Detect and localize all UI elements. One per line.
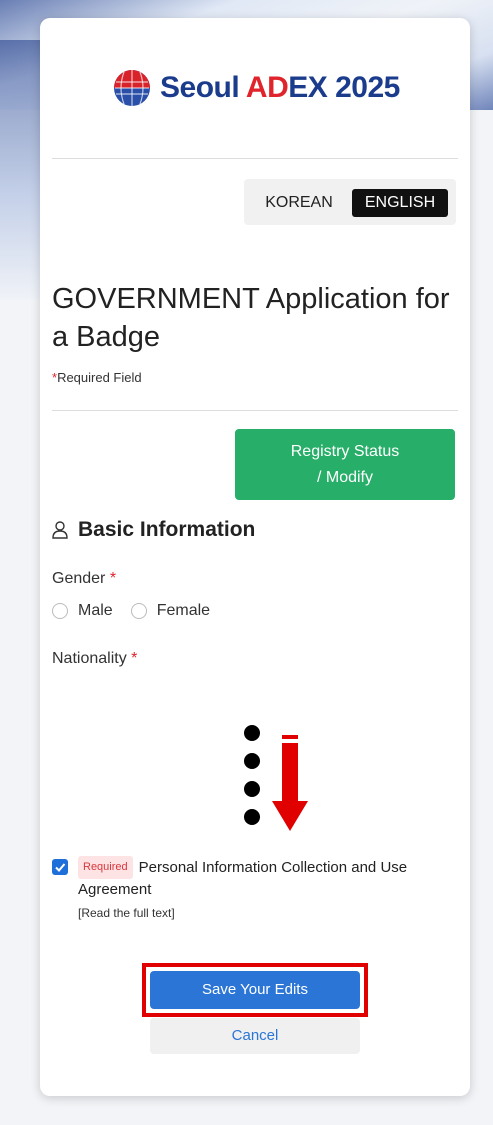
logo-text-prefix: Seoul — [160, 71, 246, 104]
registry-button-line2: / Modify — [316, 468, 373, 486]
agreement-text: Required Personal Information Collection … — [78, 856, 462, 900]
title-divider — [52, 410, 458, 411]
nationality-label: Nationality * — [52, 650, 137, 668]
gender-required-star: * — [109, 570, 117, 587]
gender-female-radio[interactable] — [130, 603, 147, 619]
required-note-text: Required Field — [57, 370, 142, 385]
required-field-note: *Required Field — [52, 370, 142, 385]
ellipsis-dot-4 — [244, 809, 260, 825]
logo-text: Seoul ADEX 2025 — [160, 71, 400, 105]
agreement-checkbox[interactable] — [52, 859, 68, 875]
ellipsis-dot-2 — [244, 753, 260, 769]
logo-text-suffix: EX 2025 — [288, 71, 400, 104]
nationality-label-text: Nationality — [52, 650, 127, 667]
globe-logo-icon — [114, 70, 150, 106]
ellipsis-dot-3 — [244, 781, 260, 797]
header-divider — [52, 158, 458, 159]
required-badge: Required — [78, 856, 133, 879]
gender-female-label[interactable]: Female — [157, 602, 210, 620]
language-option-korean[interactable]: KOREAN — [254, 189, 344, 217]
background-banner-left — [0, 40, 40, 300]
logo-text-accent: AD — [245, 71, 289, 104]
arrow-shaft-main — [282, 743, 298, 805]
section-title: Basic Information — [78, 518, 256, 541]
arrow-shaft — [282, 735, 298, 739]
language-option-english[interactable]: ENGLISH — [352, 189, 448, 217]
gender-radio-group: Male Female — [52, 602, 228, 620]
gender-male-radio[interactable] — [52, 603, 68, 619]
language-switch: KOREAN ENGLISH — [244, 179, 456, 225]
privacy-agreement: Required Personal Information Collection … — [52, 856, 462, 920]
gender-label: Gender * — [52, 570, 116, 588]
nationality-required-star: * — [131, 650, 138, 667]
vertical-ellipsis-annotation — [244, 725, 308, 831]
registry-button-line1: Registry Status — [290, 442, 400, 460]
gender-male-label[interactable]: Male — [78, 602, 113, 620]
omitted-content-area — [40, 677, 470, 837]
user-icon — [52, 521, 68, 539]
arrow-head — [272, 801, 308, 831]
gender-label-text: Gender — [52, 570, 106, 587]
read-full-text-link[interactable]: [Read the full text] — [78, 906, 462, 920]
page-title: GOVERNMENT Application for a Badge — [52, 283, 450, 353]
save-edits-button[interactable]: Save Your Edits — [150, 971, 360, 1009]
registry-status-modify-button[interactable]: Registry Status / Modify — [235, 429, 455, 500]
ellipsis-dot-1 — [244, 725, 260, 741]
application-card: Seoul ADEX 2025 KOREAN ENGLISH GOVERNMEN… — [40, 18, 470, 1096]
checkmark-icon — [55, 863, 66, 872]
seoul-adex-logo[interactable]: Seoul ADEX 2025 — [112, 68, 400, 108]
cancel-button[interactable]: Cancel — [150, 1018, 360, 1054]
section-basic-information: Basic Information — [52, 518, 255, 542]
